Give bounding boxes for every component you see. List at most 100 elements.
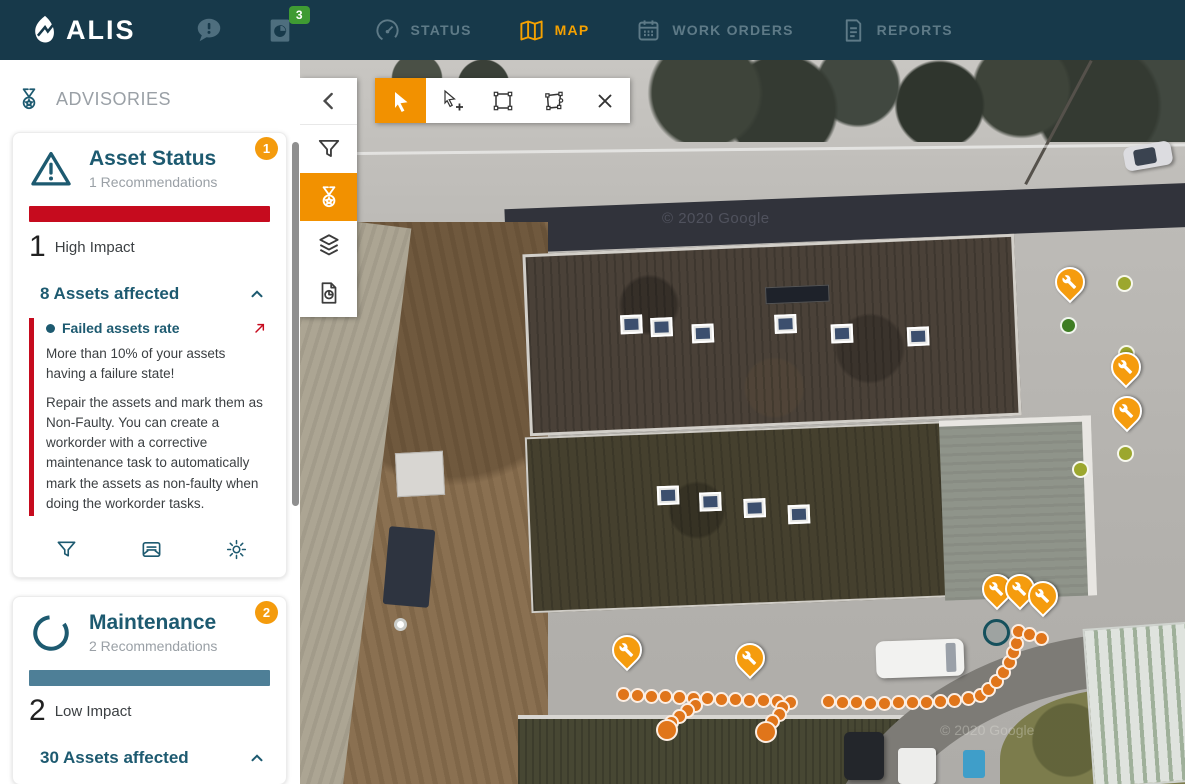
cursor-plus-icon (440, 89, 464, 113)
map-markers-layer (300, 60, 1185, 784)
asset-dot-marker[interactable] (644, 689, 659, 704)
select-cursor-button[interactable] (375, 78, 426, 123)
card-title: Maintenance (89, 611, 217, 635)
wrench-icon (1035, 589, 1050, 604)
healthy-asset-marker[interactable] (1060, 317, 1077, 334)
wrench-icon (1118, 360, 1133, 375)
maintenance-pin-marker[interactable] (606, 629, 648, 671)
rect-select-button[interactable] (477, 78, 528, 123)
advisory-detail-block: Failed assets rate More than 10% of your… (29, 318, 270, 516)
map-report-button[interactable] (300, 269, 357, 317)
calendar-icon (635, 17, 662, 44)
assets-affected-label: 30 Assets affected (40, 748, 189, 768)
map-icon (518, 17, 545, 44)
advisory-card-asset-status[interactable]: 1 Asset Status 1 Recommendations 1 High … (12, 132, 287, 578)
selected-marker-ring (983, 619, 1010, 646)
map-advisories-button[interactable] (300, 173, 357, 221)
asset-dot-marker[interactable] (742, 693, 757, 708)
asset-dot-marker[interactable] (877, 696, 892, 711)
wrench-icon (742, 651, 757, 666)
asset-dot-marker[interactable] (728, 692, 743, 707)
map-canvas[interactable]: © 2020 Google © 2020 Google (300, 60, 1185, 784)
sidebar-header: ADVISORIES (0, 60, 300, 130)
asset-dot-marker[interactable] (658, 689, 673, 704)
asset-dot-marker[interactable] (947, 693, 962, 708)
advisory-detail: Repair the assets and mark them as Non-F… (46, 393, 268, 515)
asset-dot-marker[interactable] (835, 695, 850, 710)
card-title: Asset Status (89, 147, 217, 171)
advisory-title: Failed assets rate (62, 320, 245, 336)
filter-icon[interactable] (55, 538, 78, 561)
healthy-asset-marker[interactable] (1116, 275, 1133, 292)
map-layers-button[interactable] (300, 221, 357, 269)
wrench-icon (989, 582, 1004, 597)
collapse-panel-button[interactable] (300, 78, 357, 125)
impact-bar (29, 206, 270, 222)
top-navbar: ALIS 3 STATUS (0, 0, 1185, 60)
map-filter-button[interactable] (300, 125, 357, 173)
cursor-icon (389, 89, 413, 113)
medal-icon (316, 184, 342, 210)
assets-affected-toggle[interactable]: 30 Assets affected (29, 748, 270, 768)
assets-affected-toggle[interactable]: 8 Assets affected (29, 284, 270, 304)
asset-dot-marker[interactable] (755, 721, 777, 743)
asset-dot-marker[interactable] (616, 687, 631, 702)
recommendation-count-badge: 2 (255, 601, 278, 624)
nav-item-reports[interactable]: REPORTS (840, 17, 953, 44)
advisories-sidebar: ADVISORIES 1 Asset Status 1 Recommendati… (0, 60, 300, 784)
recommendation-count-badge: 1 (255, 137, 278, 160)
card-subtitle: 2 Recommendations (89, 638, 217, 654)
asset-dot-marker[interactable] (919, 695, 934, 710)
wrench-icon (1119, 404, 1134, 419)
gear-icon[interactable] (225, 538, 248, 561)
maintenance-pin-marker[interactable] (1105, 346, 1147, 388)
open-advisory-arrow-icon[interactable] (252, 320, 268, 336)
asset-dot-marker[interactable] (656, 719, 678, 741)
asset-dot-marker[interactable] (821, 694, 836, 709)
asset-dot-marker[interactable] (933, 694, 948, 709)
maintenance-pin-marker[interactable] (1106, 390, 1148, 432)
add-select-cursor-button[interactable] (426, 78, 477, 123)
layers-icon (316, 232, 342, 258)
impact-label: Low Impact (55, 703, 132, 720)
nav-item-status[interactable]: STATUS (374, 17, 472, 44)
asset-dot-marker[interactable] (756, 693, 771, 708)
close-icon (593, 89, 617, 113)
asset-dot-marker[interactable] (891, 695, 906, 710)
marquee-rect-icon (491, 89, 515, 113)
wrench-icon (1062, 275, 1077, 290)
nav-item-map[interactable]: MAP (518, 17, 590, 44)
nav-label: REPORTS (877, 22, 953, 38)
wrench-icon (619, 643, 634, 658)
maintenance-pin-marker[interactable] (729, 637, 771, 679)
new-reports-button[interactable]: 3 (266, 15, 296, 45)
nav-label: MAP (555, 22, 590, 38)
asset-dot-marker[interactable] (630, 688, 645, 703)
asset-dot-marker[interactable] (714, 692, 729, 707)
healthy-asset-marker[interactable] (1072, 461, 1089, 478)
advisory-card-maintenance[interactable]: 2 Maintenance 2 Recommendations 2 Low Im… (12, 596, 287, 784)
notifications-button[interactable] (194, 15, 224, 45)
map-tool-rail (300, 78, 357, 317)
nav-item-work-orders[interactable]: WORK ORDERS (635, 17, 793, 44)
report-file-icon (840, 17, 867, 44)
mail-icon[interactable] (140, 538, 163, 561)
main-nav: STATUS MAP WORK ORDERS REPORTS (374, 17, 953, 44)
sidebar-scrollbar[interactable] (292, 142, 299, 506)
nav-label: STATUS (411, 22, 472, 38)
bullet-icon (46, 324, 55, 333)
asset-dot-marker[interactable] (849, 695, 864, 710)
asset-dot-marker[interactable] (905, 695, 920, 710)
asset-dot-marker[interactable] (1034, 631, 1049, 646)
maintenance-pin-marker[interactable] (1049, 261, 1091, 303)
healthy-asset-marker[interactable] (1117, 445, 1134, 462)
polygon-select-button[interactable] (528, 78, 579, 123)
alis-logo[interactable]: ALIS (28, 13, 136, 47)
asset-dot-marker[interactable] (863, 696, 878, 711)
chevron-left-icon (316, 88, 342, 114)
warning-triangle-icon (29, 148, 73, 190)
medal-icon (16, 86, 42, 112)
logo-text: ALIS (66, 15, 136, 46)
impact-count: 1 (29, 232, 46, 262)
close-toolbar-button[interactable] (579, 78, 630, 123)
